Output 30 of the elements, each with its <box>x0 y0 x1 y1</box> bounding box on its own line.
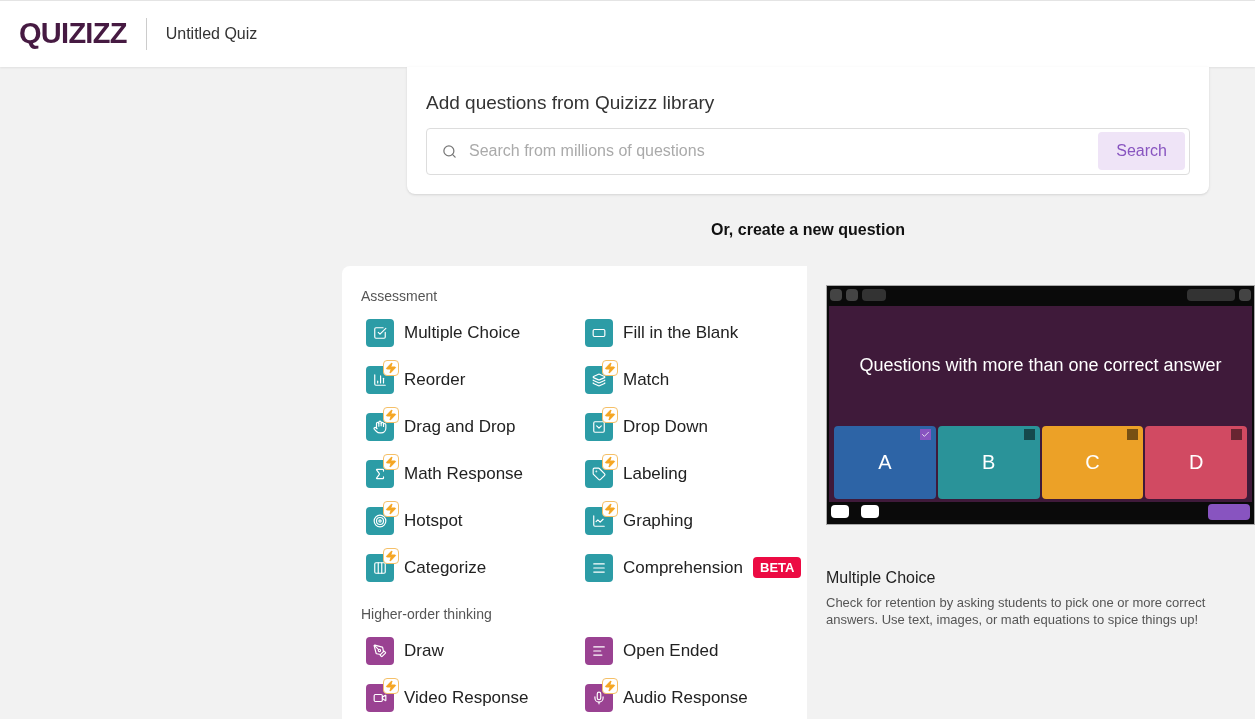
toolbar-block <box>1239 288 1251 301</box>
preview-description: Check for retention by asking students to pick one or more correct answers. Use text, images, or math equations to spice things up! <box>826 593 1207 628</box>
submit-block <box>1208 503 1250 520</box>
search-field[interactable]: Search from millions of questions Search <box>426 127 1190 175</box>
beta-tag: BETA <box>753 556 802 579</box>
toolbar-block <box>830 288 842 301</box>
toolbar-block <box>862 288 886 301</box>
answer-letter: B <box>981 450 996 475</box>
section-title: Higher-order thinking <box>361 604 493 624</box>
toolbar-block <box>1187 288 1235 301</box>
preview-title: Multiple Choice <box>826 567 937 588</box>
section-title: Assessment <box>361 286 439 306</box>
create-heading: Or, create a new question <box>710 219 906 240</box>
control-block <box>831 505 849 518</box>
search-icon <box>442 143 457 159</box>
logo[interactable]: QUIZIZZ <box>19 12 127 56</box>
question-type-item[interactable]: Open Ended <box>580 632 719 669</box>
control-block <box>861 505 879 518</box>
question-type-item[interactable]: Fill in the Blank <box>580 314 739 351</box>
quiz-title: Untitled Quiz <box>165 24 258 44</box>
toolbar-block <box>846 288 858 301</box>
answer-letter: D <box>1188 450 1204 475</box>
library-heading: Add questions from Quizizz library <box>426 91 716 115</box>
answer-letter: C <box>1085 450 1100 475</box>
answer-letter: A <box>878 450 892 475</box>
question-type-item[interactable]: Comprehension <box>580 549 743 586</box>
question-type-item[interactable]: Draw <box>361 632 444 669</box>
question-type-item[interactable]: Multiple Choice <box>361 314 521 351</box>
search-button[interactable]: Search <box>1098 132 1185 170</box>
preview-question: Questions with more than one correct answer <box>858 354 1223 377</box>
